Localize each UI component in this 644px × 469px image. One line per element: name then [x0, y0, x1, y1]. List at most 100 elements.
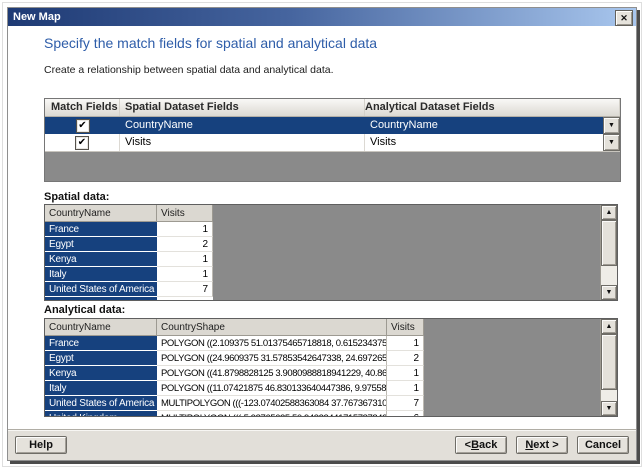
scroll-down-icon: ▼: [605, 289, 613, 296]
clipped-row: United Kingdom MULTIPOLYGON (((-5.987656…: [45, 411, 617, 416]
shape-cell: POLYGON ((41.8798828125 3.90809888189412…: [157, 366, 387, 381]
shape-cell: MULTIPOLYGON (((-123.07402588363084 37.7…: [157, 396, 387, 411]
spatial-field-cell[interactable]: Visits: [120, 134, 365, 151]
table-row: Italy POLYGON ((11.07421875 46.830133640…: [45, 381, 617, 396]
country-cell: Italy: [45, 381, 157, 396]
match-checkbox[interactable]: ✔: [75, 135, 89, 150]
chevron-down-icon: ▼: [608, 139, 615, 146]
country-cell: Kenya: [45, 252, 157, 267]
country-cell: United Kingdom: [45, 411, 157, 416]
help-button-label: Help: [29, 439, 53, 451]
spatial-data-table: CountryName Visits France 1 Egypt 2 Keny…: [44, 204, 618, 301]
title-bar[interactable]: New Map ✕: [8, 8, 636, 26]
visits-cell: 7: [157, 282, 213, 297]
spatial-field-cell[interactable]: CountryName: [120, 117, 365, 134]
next-accesskey: N: [525, 439, 534, 451]
table-row: France POLYGON ((2.109375 51.01375465718…: [45, 336, 617, 351]
next-button[interactable]: Next >: [516, 436, 568, 454]
table-row: Kenya 1: [45, 252, 617, 267]
table-row: France 1: [45, 222, 617, 237]
table-row: United States of America MULTIPOLYGON ((…: [45, 396, 617, 411]
close-icon: ✕: [620, 12, 628, 23]
combobox-value: CountryName: [370, 119, 438, 131]
scroll-up-button[interactable]: ▲: [601, 205, 617, 220]
visits-cell: 1: [157, 267, 213, 282]
shape-cell: POLYGON ((11.07421875 46.830133640447386…: [157, 381, 387, 396]
spatial-data-label: Spatial data:: [44, 191, 110, 203]
shape-cell: MULTIPOLYGON (((-5.98765625 50.943234417…: [157, 411, 387, 416]
column-header-countryname: CountryName: [45, 319, 157, 336]
page-title: Specify the match fields for spatial and…: [44, 35, 378, 51]
match-grid-row-countryname[interactable]: ✔ CountryName CountryName ▼: [45, 117, 620, 134]
shape-cell: POLYGON ((2.109375 51.01375465718818, 0.…: [157, 336, 387, 351]
column-header-countryname: CountryName: [45, 205, 157, 222]
analytical-field-combobox[interactable]: CountryName ▼: [365, 117, 620, 134]
country-cell: Egypt: [45, 351, 157, 366]
match-grid-header: Match Fields Spatial Dataset Fields Anal…: [45, 99, 620, 117]
column-header-match-fields: Match Fields: [45, 99, 120, 116]
country-cell: France: [45, 222, 157, 237]
cancel-button[interactable]: Cancel: [577, 436, 629, 454]
scrollbar-thumb[interactable]: [601, 220, 617, 266]
window-title: New Map: [13, 11, 61, 23]
visits-cell: 1: [157, 222, 213, 237]
cancel-button-label: Cancel: [584, 439, 622, 451]
visits-cell: 2: [387, 351, 424, 366]
spatial-table-header: CountryName Visits: [45, 205, 617, 222]
scroll-up-button[interactable]: ▲: [601, 319, 617, 334]
back-button-label-rest: ack: [479, 439, 498, 451]
analytical-table-header: CountryName CountryShape Visits: [45, 319, 617, 336]
analytical-field-combobox[interactable]: Visits ▼: [365, 134, 620, 151]
chevron-down-icon: ▼: [608, 122, 615, 129]
help-button[interactable]: Help: [15, 436, 67, 454]
vertical-scrollbar[interactable]: ▲ ▼: [600, 319, 617, 416]
button-bar: Help < Back Next > Cancel: [8, 429, 636, 460]
table-row: Egypt POLYGON ((24.9609375 31.5785354264…: [45, 351, 617, 366]
page-subtitle: Create a relationship between spatial da…: [44, 64, 334, 76]
scrollbar-thumb[interactable]: [601, 334, 617, 390]
back-button[interactable]: < Back: [455, 436, 507, 454]
scroll-down-button[interactable]: ▼: [601, 285, 617, 300]
match-grid-row-visits[interactable]: ✔ Visits Visits ▼: [45, 134, 620, 152]
visits-cell: 2: [157, 237, 213, 252]
scroll-up-icon: ▲: [605, 209, 613, 216]
check-icon: ✔: [78, 119, 87, 131]
analytical-data-label: Analytical data:: [44, 304, 126, 316]
country-cell: United States of America: [45, 282, 157, 297]
country-cell: Italy: [45, 267, 157, 282]
visits-cell: 7: [387, 396, 424, 411]
new-map-wizard-dialog: New Map ✕ Specify the match fields for s…: [7, 7, 637, 461]
combobox-value: Visits: [370, 136, 397, 148]
visits-cell: 6: [387, 411, 424, 416]
visits-cell: 1: [387, 366, 424, 381]
column-header-spatial-dataset-fields: Spatial Dataset Fields: [120, 99, 365, 116]
back-accesskey: B: [471, 439, 480, 451]
match-fields-grid: Match Fields Spatial Dataset Fields Anal…: [44, 98, 621, 182]
close-button[interactable]: ✕: [615, 10, 633, 26]
country-cell: United States of America: [45, 396, 157, 411]
table-row: Egypt 2: [45, 237, 617, 252]
screenshot-frame: New Map ✕ Specify the match fields for s…: [0, 0, 644, 469]
visits-cell: 1: [387, 336, 424, 351]
country-cell: France: [45, 336, 157, 351]
column-header-visits: Visits: [387, 319, 424, 336]
table-row: United States of America 7: [45, 282, 617, 297]
visits-cell: 1: [157, 252, 213, 267]
scroll-down-icon: ▼: [605, 405, 613, 412]
column-header-countryshape: CountryShape: [157, 319, 387, 336]
clipped-row: [45, 297, 617, 300]
scroll-up-icon: ▲: [605, 323, 613, 330]
country-cell: Egypt: [45, 237, 157, 252]
visits-cell: 1: [387, 381, 424, 396]
table-row: Italy 1: [45, 267, 617, 282]
shape-cell: POLYGON ((24.9609375 31.57853542647338, …: [157, 351, 387, 366]
match-checkbox[interactable]: ✔: [75, 118, 90, 133]
check-icon: ✔: [77, 136, 87, 148]
combobox-dropdown-button[interactable]: ▼: [603, 117, 620, 134]
scroll-down-button[interactable]: ▼: [601, 401, 617, 416]
vertical-scrollbar[interactable]: ▲ ▼: [600, 205, 617, 300]
column-header-visits: Visits: [157, 205, 213, 222]
combobox-dropdown-button[interactable]: ▼: [603, 134, 620, 151]
country-cell: Kenya: [45, 366, 157, 381]
analytical-data-table: CountryName CountryShape Visits France P…: [44, 318, 618, 417]
